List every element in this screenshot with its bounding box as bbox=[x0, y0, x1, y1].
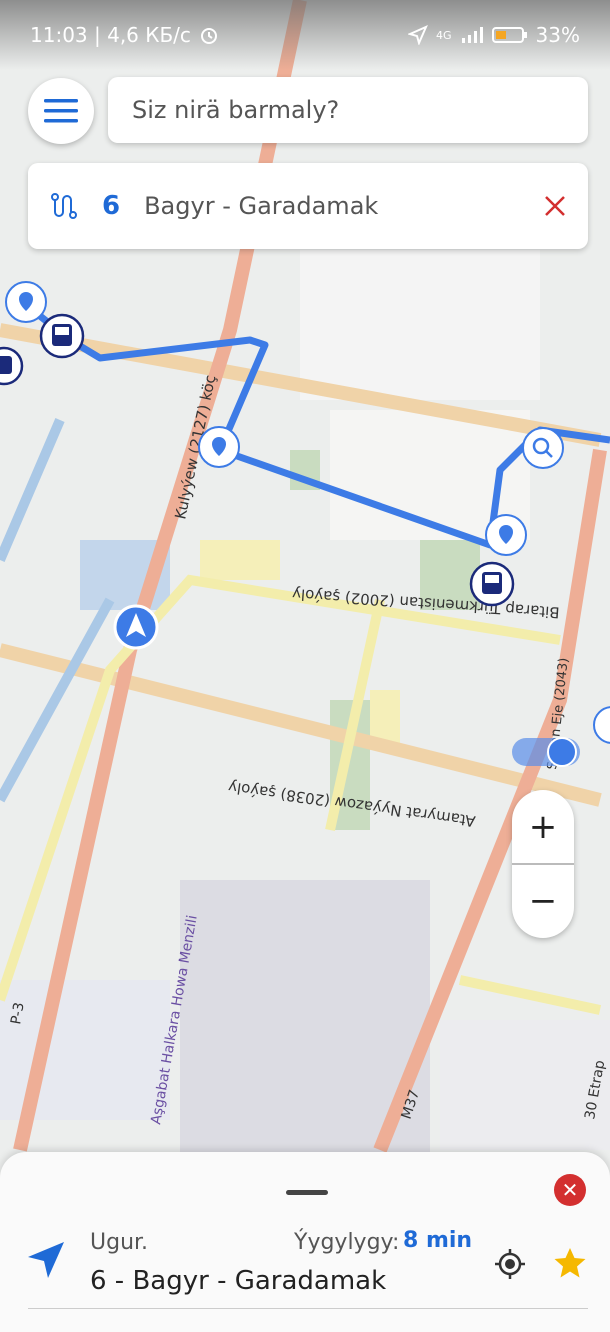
alarm-icon bbox=[200, 28, 217, 44]
close-sheet-button[interactable]: ✕ bbox=[554, 1174, 586, 1206]
bus-icon[interactable] bbox=[39, 313, 85, 359]
battery-level: 33% bbox=[535, 23, 580, 47]
map-block bbox=[440, 1020, 610, 1150]
zoom-in-button[interactable]: + bbox=[512, 790, 574, 864]
close-icon: ✕ bbox=[561, 1178, 579, 1202]
direction-label: Ugur. bbox=[90, 1230, 149, 1255]
map-block bbox=[300, 250, 540, 400]
location-arrow-icon bbox=[408, 25, 428, 45]
frequency-label: Ýygylygy: bbox=[294, 1230, 400, 1255]
stop-pin-icon[interactable] bbox=[198, 426, 240, 468]
frequency-value: 8 min bbox=[403, 1228, 473, 1253]
divider bbox=[28, 1308, 588, 1309]
map-area bbox=[200, 540, 280, 580]
route-number: 6 bbox=[102, 191, 121, 221]
route-icon bbox=[51, 193, 77, 219]
stop-pin-icon[interactable] bbox=[5, 281, 47, 323]
menu-button[interactable] bbox=[28, 78, 94, 144]
drag-handle[interactable] bbox=[286, 1190, 328, 1195]
signal-icon bbox=[461, 27, 483, 43]
network-type: 4G bbox=[436, 28, 452, 42]
search-placeholder: Siz nirä barmaly? bbox=[132, 96, 340, 124]
zoom-out-button[interactable]: − bbox=[512, 864, 574, 938]
navigation-arrow-icon bbox=[28, 1242, 64, 1278]
route-details-sheet[interactable]: ✕ Ugur. Ýygylygy: 8 min 6 - Bagyr - Gara… bbox=[0, 1152, 610, 1332]
locate-icon[interactable] bbox=[494, 1248, 526, 1280]
status-bar: 11:03 | 4,6 КБ/с 4G 33% bbox=[0, 0, 610, 70]
route-name: Bagyr - Garadamak bbox=[144, 192, 379, 220]
bus-icon[interactable] bbox=[469, 561, 515, 607]
user-location-icon bbox=[113, 604, 159, 650]
zoom-divider bbox=[512, 863, 574, 865]
favorite-star-icon[interactable] bbox=[553, 1247, 587, 1279]
battery-icon bbox=[491, 27, 527, 43]
zoom-control: + − bbox=[512, 790, 574, 938]
zoom-stop-icon[interactable] bbox=[522, 427, 564, 469]
route-title: 6 - Bagyr - Garadamak bbox=[90, 1266, 387, 1296]
status-time: 11:03 | 4,6 КБ/с bbox=[30, 23, 191, 47]
gps-target-icon[interactable] bbox=[512, 737, 580, 767]
search-input[interactable]: Siz nirä barmaly? bbox=[108, 77, 588, 143]
route-card[interactable]: 6 Bagyr - Garadamak bbox=[28, 163, 588, 249]
stop-pin-icon[interactable] bbox=[485, 514, 527, 556]
hamburger-icon bbox=[44, 99, 78, 123]
close-icon[interactable] bbox=[544, 195, 566, 217]
